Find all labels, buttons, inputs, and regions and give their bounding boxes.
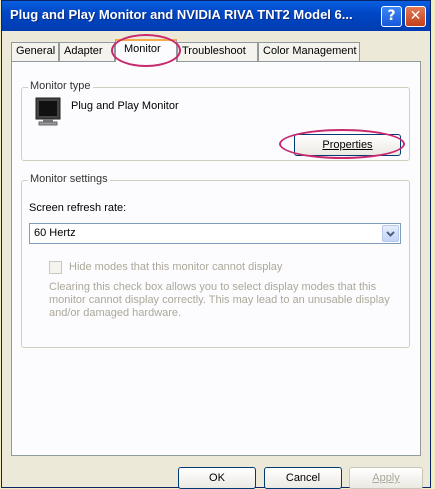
refresh-rate-label: Screen refresh rate:	[29, 202, 126, 214]
monitor-type-legend: Monitor type	[28, 80, 93, 92]
window-title: Plug and Play Monitor and NVIDIA RIVA TN…	[10, 7, 353, 22]
tab-adapter[interactable]: Adapter	[59, 42, 115, 61]
monitor-settings-legend: Monitor settings	[28, 173, 110, 185]
monitor-type-group: Monitor type Plug and Play Monitor Prope…	[21, 80, 410, 161]
chevron-down-icon[interactable]	[382, 225, 399, 242]
help-button[interactable]: ?	[381, 6, 402, 27]
title-bar[interactable]: Plug and Play Monitor and NVIDIA RIVA TN…	[2, 1, 430, 31]
ok-button[interactable]: OK	[178, 467, 256, 489]
apply-button-label: Apply	[372, 472, 400, 484]
hide-modes-checkbox[interactable]	[49, 261, 62, 274]
properties-button[interactable]: Properties	[294, 134, 401, 156]
tab-monitor[interactable]: Monitor	[115, 39, 177, 62]
refresh-rate-select[interactable]: 60 Hertz	[29, 223, 401, 244]
cancel-button[interactable]: Cancel	[264, 467, 342, 489]
monitor-name: Plug and Play Monitor	[71, 100, 179, 112]
apply-button[interactable]: Apply	[349, 467, 423, 489]
monitor-icon	[34, 97, 64, 130]
display-properties-dialog: Plug and Play Monitor and NVIDIA RIVA TN…	[1, 0, 431, 489]
tab-troubleshoot[interactable]: Troubleshoot	[177, 42, 258, 61]
close-button[interactable]: ✕	[405, 6, 426, 27]
properties-button-label: Properties	[322, 139, 373, 151]
hide-modes-description: Clearing this check box allows you to se…	[49, 281, 390, 319]
tab-general[interactable]: General	[11, 42, 59, 61]
refresh-rate-value: 60 Hertz	[34, 227, 76, 239]
hide-modes-label[interactable]: Hide modes that this monitor cannot disp…	[69, 261, 282, 273]
monitor-settings-group: Monitor settings Screen refresh rate: 60…	[21, 173, 410, 348]
tab-color-management[interactable]: Color Management	[258, 42, 360, 61]
refresh-rate-label-text: Screen refresh rate:	[29, 202, 127, 214]
monitor-tab-panel: Monitor type Plug and Play Monitor Prope…	[11, 61, 421, 456]
